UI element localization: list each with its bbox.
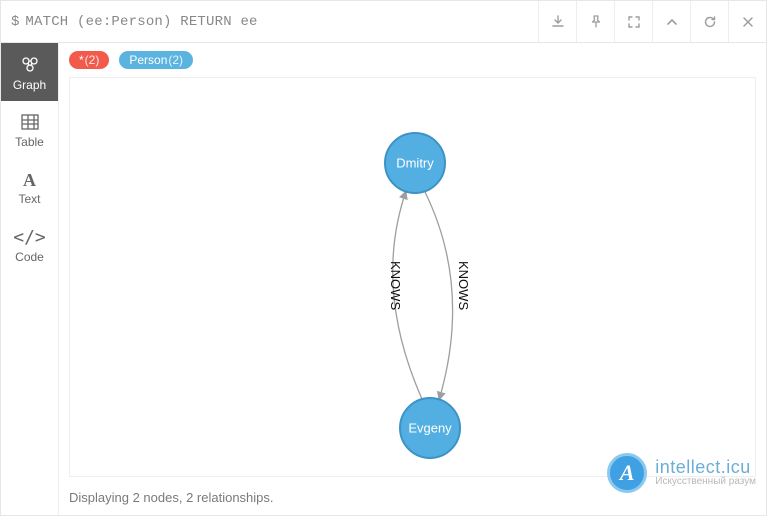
query-text: MATCH (ee:Person) RETURN ee	[25, 14, 257, 30]
pin-button[interactable]	[576, 1, 614, 42]
node-label: Evgeny	[408, 420, 452, 435]
text-icon: A	[23, 171, 36, 189]
view-mode-sidebar: Graph Table A Text </> Code	[1, 43, 59, 515]
relationship-label: KNOWS	[388, 261, 403, 310]
status-bar: Displaying 2 nodes, 2 relationships.	[59, 483, 766, 515]
chip-all[interactable]: *(2)	[69, 51, 109, 69]
chip-label: Person	[129, 53, 167, 67]
query-prompt: $	[11, 14, 19, 30]
node-label: Dmitry	[396, 155, 434, 170]
code-icon: </>	[13, 229, 46, 247]
graph-node[interactable]: Evgeny	[400, 398, 460, 458]
chip-count: (2)	[168, 53, 183, 67]
chevron-up-icon	[665, 15, 679, 29]
collapse-button[interactable]	[652, 1, 690, 42]
download-icon	[550, 14, 566, 30]
download-button[interactable]	[538, 1, 576, 42]
status-text: Displaying 2 nodes, 2 relationships.	[69, 490, 274, 505]
rerun-button[interactable]	[690, 1, 728, 42]
result-toolbar	[538, 1, 766, 42]
graph-icon	[19, 53, 41, 75]
sidebar-item-label: Graph	[13, 78, 46, 92]
close-icon	[741, 15, 755, 29]
pin-icon	[588, 14, 604, 30]
label-chips: *(2) Person(2)	[59, 43, 766, 77]
chip-person[interactable]: Person(2)	[119, 51, 193, 69]
sidebar-item-table[interactable]: Table	[1, 101, 58, 159]
rerun-icon	[702, 14, 718, 30]
sidebar-item-label: Code	[15, 250, 44, 264]
chip-label: *	[79, 53, 84, 67]
graph-canvas[interactable]: KNOWS KNOWS Dmitry Evgeny	[69, 77, 756, 477]
graph-node[interactable]: Dmitry	[385, 133, 445, 193]
sidebar-item-graph[interactable]: Graph	[1, 43, 58, 101]
result-panel: *(2) Person(2)	[59, 43, 766, 515]
sidebar-item-label: Table	[15, 135, 44, 149]
query-editor[interactable]: $ MATCH (ee:Person) RETURN ee	[1, 14, 538, 30]
table-icon	[20, 112, 40, 132]
sidebar-item-code[interactable]: </> Code	[1, 217, 58, 275]
sidebar-item-label: Text	[18, 192, 40, 206]
close-button[interactable]	[728, 1, 766, 42]
fullscreen-icon	[626, 14, 642, 30]
fullscreen-button[interactable]	[614, 1, 652, 42]
chip-count: (2)	[85, 53, 100, 67]
sidebar-item-text[interactable]: A Text	[1, 159, 58, 217]
graph-edge[interactable]	[425, 192, 453, 400]
relationship-label: KNOWS	[456, 261, 471, 310]
query-bar: $ MATCH (ee:Person) RETURN ee	[1, 1, 766, 43]
